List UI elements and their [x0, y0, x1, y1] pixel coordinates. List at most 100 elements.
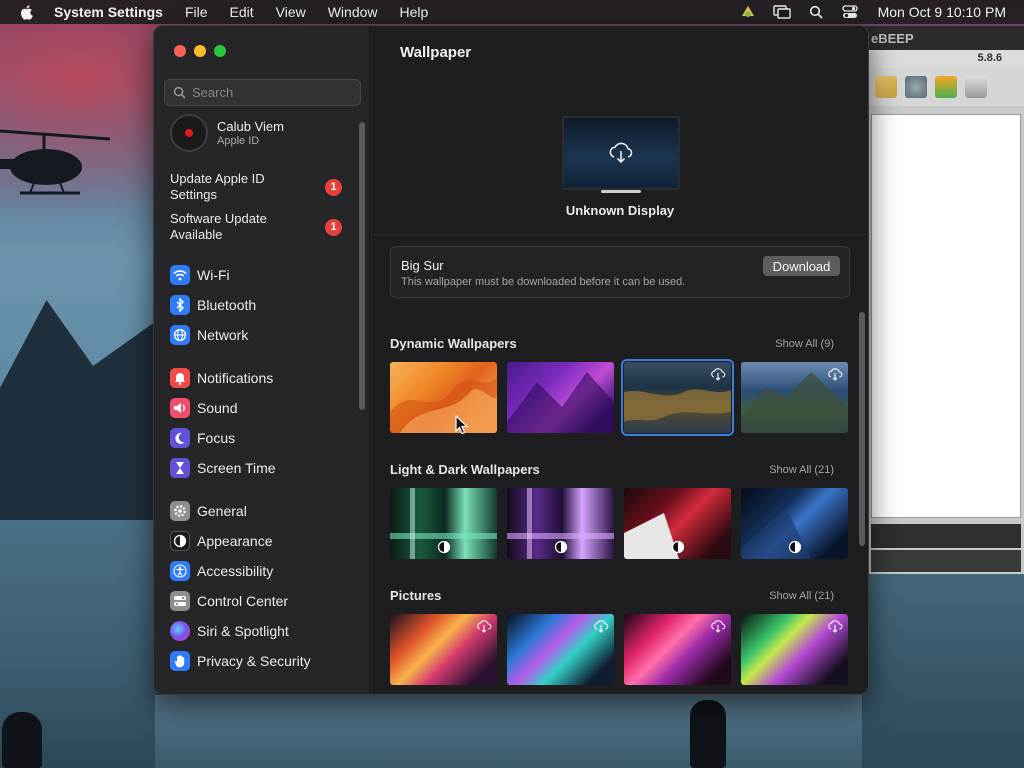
- system-settings-window: Calub Viem Apple ID Update Apple ID Sett…: [153, 25, 869, 695]
- appearance-mode-icon: [437, 540, 451, 554]
- wallpaper-thumb-big-sur-coast[interactable]: [621, 359, 734, 436]
- sidebar-item-label: Control Center: [197, 593, 289, 609]
- cloud-download-icon: [711, 368, 726, 381]
- sidebar-item-wifi[interactable]: Wi-Fi: [170, 263, 230, 287]
- sidebar-item-control-center[interactable]: Control Center: [170, 589, 288, 613]
- sidebar-item-label: Siri & Spotlight: [197, 623, 289, 639]
- sidebar-item-label: Notifications: [197, 370, 274, 386]
- sidebar-item-focus[interactable]: Focus: [170, 426, 235, 450]
- wallpaper-thumb-imac-purple[interactable]: [507, 488, 614, 559]
- apple-id-account[interactable]: Calub Viem Apple ID: [170, 114, 284, 152]
- pencil-tool-icon[interactable]: [875, 76, 897, 98]
- sidebar-item-bluetooth[interactable]: Bluetooth: [170, 293, 256, 317]
- status-app-icon[interactable]: [738, 3, 758, 21]
- wallpaper-thumb-catalina[interactable]: [741, 362, 848, 433]
- search-input[interactable]: [192, 85, 352, 100]
- wallpaper-thumb-ventura[interactable]: [390, 362, 497, 433]
- wallpaper-thumb-picture-2[interactable]: [507, 614, 614, 685]
- wallpaper-thumb-picture-1[interactable]: [390, 614, 497, 685]
- window-controls: [174, 45, 226, 57]
- screen-mirroring-icon[interactable]: [772, 3, 792, 21]
- display-preview[interactable]: [562, 116, 680, 190]
- sidebar-item-appearance[interactable]: Appearance: [170, 529, 273, 553]
- sidebar-item-label: Sound: [197, 400, 238, 416]
- sidebar-item-general[interactable]: General: [170, 499, 247, 523]
- menu-bar-clock[interactable]: Mon Oct 9 10:10 PM: [878, 4, 1006, 20]
- section-title-dynamic: Dynamic Wallpapers: [390, 336, 517, 351]
- account-subtitle: Apple ID: [217, 135, 260, 147]
- apple-menu-icon[interactable]: [18, 3, 36, 21]
- close-button[interactable]: [174, 45, 186, 57]
- sidebar-scrollbar[interactable]: [359, 122, 365, 410]
- menu-view[interactable]: View: [276, 4, 306, 20]
- sidebar-item-label: Focus: [197, 430, 236, 446]
- show-all-pictures-button[interactable]: Show All (21): [769, 590, 834, 602]
- menu-edit[interactable]: Edit: [230, 4, 254, 20]
- sidebar-item-label: Bluetooth: [197, 297, 257, 313]
- cloud-download-icon: [609, 142, 633, 164]
- sidebar-item-privacy-security[interactable]: Privacy & Security: [170, 649, 311, 673]
- desktop-right-area: [862, 574, 1024, 768]
- background-app-input[interactable]: [871, 524, 1021, 548]
- hand-icon: [170, 651, 190, 671]
- content-scrollbar[interactable]: [859, 312, 865, 546]
- trash-tool-icon[interactable]: [965, 76, 987, 98]
- account-name: Calub Viem: [217, 119, 284, 134]
- avatar: [170, 114, 208, 152]
- section-title-light-dark: Light & Dark Wallpapers: [390, 462, 540, 477]
- menu-window[interactable]: Window: [328, 4, 378, 20]
- cloud-download-icon: [594, 620, 609, 633]
- sidebar-item-label: Wi-Fi: [197, 267, 230, 283]
- sidebar: Calub Viem Apple ID Update Apple ID Sett…: [154, 26, 370, 694]
- background-app-statusbar: [871, 550, 1021, 572]
- control-center-menu-icon[interactable]: [840, 3, 860, 21]
- alert-label: Software Update Available: [170, 211, 267, 242]
- sidebar-item-network[interactable]: Network: [170, 323, 248, 347]
- download-tool-icon[interactable]: [935, 76, 957, 98]
- desktop-water-bottom: [155, 695, 875, 768]
- globe-icon: [170, 325, 190, 345]
- gear-tool-icon[interactable]: [905, 76, 927, 98]
- show-all-light-dark-button[interactable]: Show All (21): [769, 464, 834, 476]
- background-app-toolbar: [863, 68, 1024, 106]
- search-icon: [173, 86, 186, 99]
- alert-update-apple-id[interactable]: Update Apple ID Settings 1: [170, 171, 360, 203]
- appearance-icon: [170, 531, 190, 551]
- menu-app-name[interactable]: System Settings: [54, 4, 163, 20]
- accessibility-icon: [170, 561, 190, 581]
- alert-software-update[interactable]: Software Update Available 1: [170, 211, 360, 243]
- siri-icon: [170, 621, 190, 641]
- alert-label: Update Apple ID Settings: [170, 171, 265, 202]
- wallpaper-thumb-monterey[interactable]: [507, 362, 614, 433]
- wallpaper-thumb-red-shapes[interactable]: [624, 488, 731, 559]
- divider: [370, 234, 868, 235]
- menu-bar: System Settings File Edit View Window He…: [0, 0, 1024, 24]
- wallpaper-thumb-imac-green[interactable]: [390, 488, 497, 559]
- zoom-button[interactable]: [214, 45, 226, 57]
- sidebar-item-notifications[interactable]: Notifications: [170, 366, 273, 390]
- sidebar-item-label: Appearance: [197, 533, 273, 549]
- show-all-dynamic-button[interactable]: Show All (9): [775, 338, 834, 350]
- display-stand: [601, 190, 641, 193]
- menu-file[interactable]: File: [185, 4, 208, 20]
- background-app-window[interactable]: eBEEP 5.8.6: [862, 26, 1024, 574]
- sidebar-item-accessibility[interactable]: Accessibility: [170, 559, 273, 583]
- spotlight-search-icon[interactable]: [806, 3, 826, 21]
- wallpaper-thumb-picture-4[interactable]: [741, 614, 848, 685]
- notification-badge: 1: [325, 219, 342, 236]
- wallpaper-thumb-blue-shapes[interactable]: [741, 488, 848, 559]
- sidebar-search[interactable]: [164, 79, 361, 106]
- wallpaper-thumb-picture-3[interactable]: [624, 614, 731, 685]
- bell-icon: [170, 368, 190, 388]
- download-button[interactable]: Download: [763, 256, 840, 276]
- control-center-icon: [170, 591, 190, 611]
- menu-help[interactable]: Help: [400, 4, 429, 20]
- section-title-pictures: Pictures: [390, 588, 442, 603]
- gear-icon: [170, 501, 190, 521]
- sidebar-item-label: Privacy & Security: [197, 653, 311, 669]
- sidebar-item-screen-time[interactable]: Screen Time: [170, 456, 276, 480]
- sidebar-item-siri-spotlight[interactable]: Siri & Spotlight: [170, 619, 289, 643]
- minimize-button[interactable]: [194, 45, 206, 57]
- background-app-canvas[interactable]: [871, 114, 1021, 518]
- sidebar-item-sound[interactable]: Sound: [170, 396, 237, 420]
